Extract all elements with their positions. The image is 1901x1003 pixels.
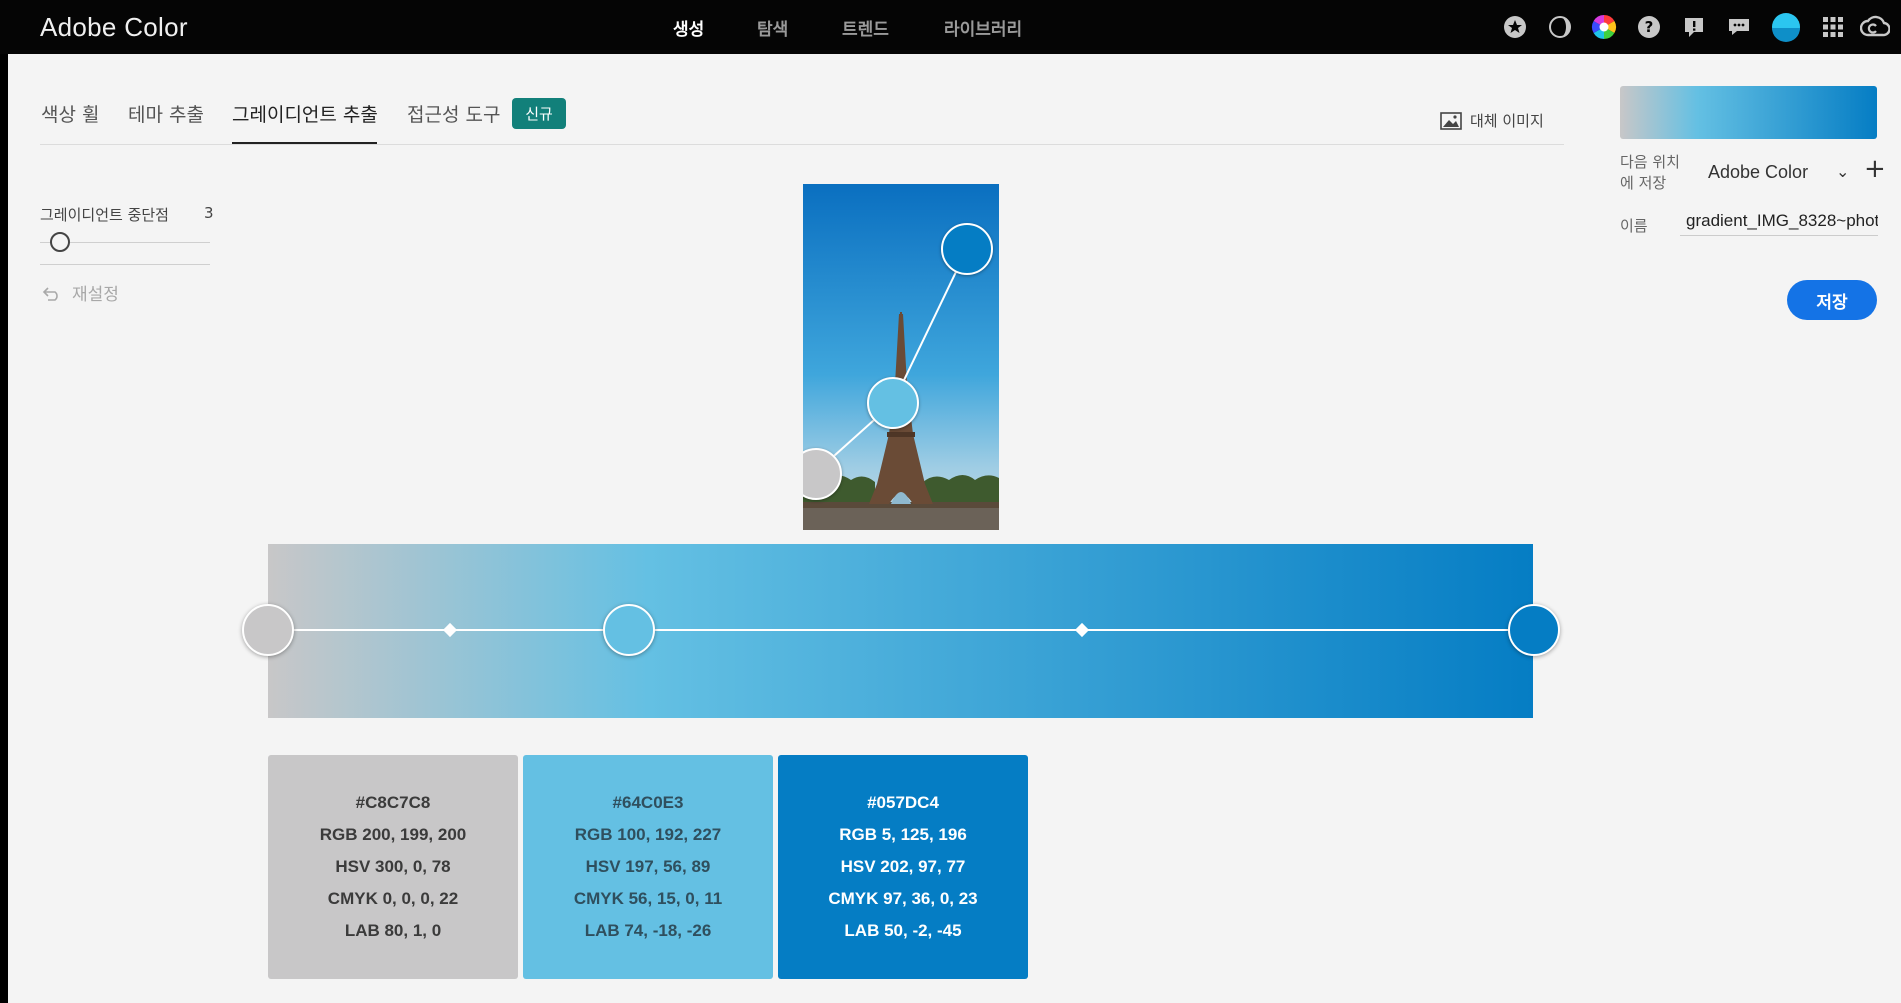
swatch-hsv[interactable]: HSV 197, 56, 89 (586, 851, 711, 883)
add-library-icon[interactable]: + (1864, 154, 1886, 184)
gradient-stop-2[interactable] (603, 604, 655, 656)
swatch-rgb[interactable]: RGB 5, 125, 196 (839, 819, 967, 851)
swatch-cmyk[interactable]: CMYK 97, 36, 0, 23 (828, 883, 977, 915)
alt-image-button[interactable]: 대체 이미지 (1440, 110, 1544, 131)
chevron-down-icon[interactable]: ⌄ (1836, 162, 1849, 181)
reset-label: 재설정 (72, 285, 119, 305)
swatch-rgb[interactable]: RGB 200, 199, 200 (320, 819, 466, 851)
swatch-hsv[interactable]: HSV 202, 97, 77 (841, 851, 966, 883)
color-wheel-icon[interactable] (1591, 14, 1617, 40)
gradient-stops-count: 3 (204, 204, 214, 222)
photo-color-stop-3[interactable] (941, 223, 993, 275)
nav-libraries[interactable]: 라이브러리 (944, 15, 1022, 40)
photo-color-stop-2[interactable] (867, 377, 919, 429)
alt-image-label: 대체 이미지 (1470, 112, 1544, 130)
swatch-lab[interactable]: LAB 80, 1, 0 (345, 915, 441, 947)
name-input[interactable] (1680, 206, 1878, 236)
favorite-icon[interactable] (1502, 14, 1528, 40)
swatch-hex[interactable]: #057DC4 (867, 787, 939, 819)
swatch-hex[interactable]: #64C0E3 (613, 787, 684, 819)
tab-extract-theme[interactable]: 테마 추출 (128, 100, 204, 127)
apps-grid-icon[interactable] (1820, 14, 1846, 40)
swatch-cmyk[interactable]: CMYK 56, 15, 0, 11 (574, 883, 722, 915)
gradient-stops-slider-thumb[interactable] (50, 232, 70, 252)
swatch-hex[interactable]: #C8C7C8 (356, 787, 431, 819)
gradient-stops-label: 그레이디언트 중단점 (40, 206, 169, 224)
tab-color-wheel[interactable]: 색상 휠 (41, 100, 99, 127)
nav-trends[interactable]: 트렌드 (842, 15, 889, 40)
theme-toggle-icon[interactable] (1547, 14, 1573, 40)
color-swatch-2[interactable]: #64C0E3 RGB 100, 192, 227 HSV 197, 56, 8… (523, 755, 773, 979)
save-to-label: 다음 위치에 저장 (1620, 153, 1680, 192)
chat-icon[interactable] (1726, 14, 1752, 40)
swatch-cmyk[interactable]: CMYK 0, 0, 0, 22 (328, 883, 458, 915)
gradient-thumbnail-preview (1620, 86, 1877, 139)
tabs-divider (40, 144, 1564, 145)
swatch-rgb[interactable]: RGB 100, 192, 227 (575, 819, 721, 851)
controls-divider (40, 264, 210, 265)
new-badge: 신규 (512, 98, 566, 129)
undo-icon (42, 286, 58, 301)
swatch-lab[interactable]: LAB 50, -2, -45 (844, 915, 961, 947)
top-bar: Adobe Color 생성 탐색 트렌드 라이브러리 ? (0, 0, 1901, 54)
source-photo[interactable] (803, 184, 999, 530)
save-button[interactable]: 저장 (1787, 280, 1877, 320)
color-swatch-3[interactable]: #057DC4 RGB 5, 125, 196 HSV 202, 97, 77 … (778, 755, 1028, 979)
reset-button[interactable]: 재설정 (42, 280, 119, 305)
tab-extract-gradient[interactable]: 그레이디언트 추출 (232, 100, 378, 127)
creative-cloud-icon[interactable] (1860, 14, 1890, 40)
profile-avatar-icon[interactable] (1771, 12, 1801, 42)
gradient-preview-bar (268, 544, 1533, 718)
svg-text:?: ? (1645, 18, 1654, 36)
gradient-stop-1[interactable] (242, 604, 294, 656)
gradient-stop-3[interactable] (1508, 604, 1560, 656)
swatch-lab[interactable]: LAB 74, -18, -26 (585, 915, 712, 947)
help-icon[interactable]: ? (1636, 14, 1662, 40)
feedback-icon[interactable] (1681, 14, 1707, 40)
color-swatch-1[interactable]: #C8C7C8 RGB 200, 199, 200 HSV 300, 0, 78… (268, 755, 518, 979)
tab-accessibility-tools[interactable]: 접근성 도구 (407, 100, 500, 127)
app-title[interactable]: Adobe Color (40, 12, 188, 43)
nav-create[interactable]: 생성 (673, 15, 704, 40)
nav-explore[interactable]: 탐색 (757, 15, 788, 40)
image-icon (1440, 111, 1462, 130)
save-to-library-select[interactable]: Adobe Color (1708, 162, 1808, 183)
main-panel: 색상 휠 테마 추출 그레이디언트 추출 접근성 도구 신규 대체 이미지 그레… (8, 54, 1901, 1003)
name-label: 이름 (1620, 217, 1648, 235)
swatch-hsv[interactable]: HSV 300, 0, 78 (335, 851, 450, 883)
gradient-stop-track (278, 629, 1538, 631)
